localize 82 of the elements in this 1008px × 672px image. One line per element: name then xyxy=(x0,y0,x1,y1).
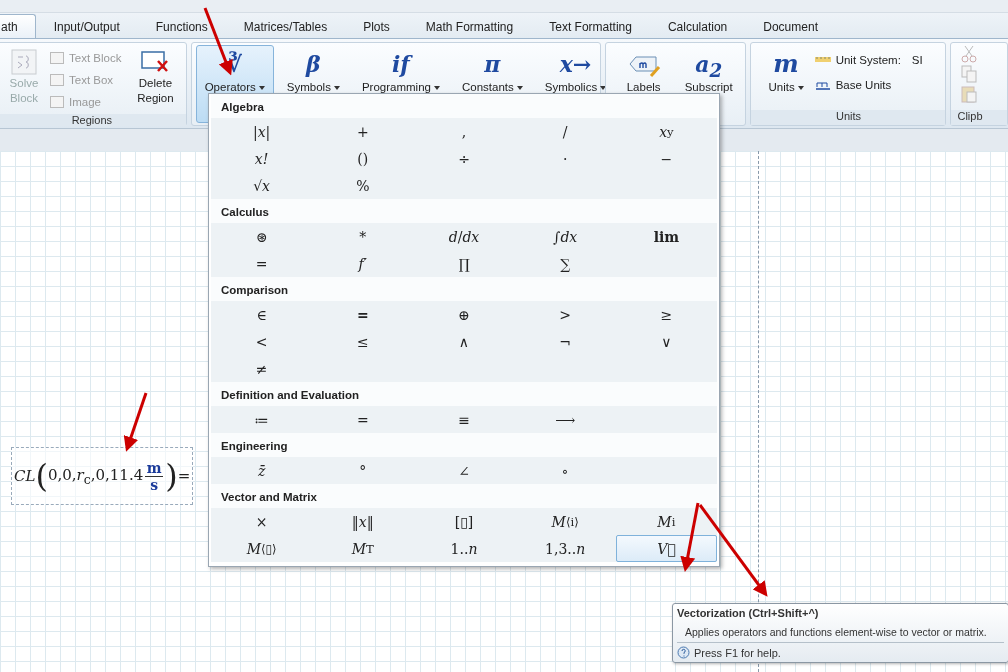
operator-button[interactable]: ∨ xyxy=(615,328,717,355)
ribbon-tab[interactable]: Plots xyxy=(345,14,408,38)
operator-button[interactable]: f′ xyxy=(312,250,414,277)
section-heading: Calculus xyxy=(211,199,717,223)
ribbon-tab[interactable]: Functions xyxy=(137,14,226,38)
region-icon xyxy=(50,73,64,86)
section-heading: Vector and Matrix xyxy=(211,484,717,508)
operator-button[interactable]: z̄ xyxy=(211,457,313,484)
ribbon-tab[interactable]: Math Formatting xyxy=(407,14,532,38)
operator-button[interactable]: · xyxy=(514,145,616,172)
operator-button[interactable]: ∧ xyxy=(413,328,515,355)
operator-button[interactable]: − xyxy=(615,145,717,172)
section-heading: Definition and Evaluation xyxy=(211,382,717,406)
operator-button[interactable]: 1,3..n xyxy=(514,535,616,562)
tooltip-title: Vectorization (Ctrl+Shift+^) xyxy=(676,606,820,621)
copy-icon xyxy=(961,65,978,83)
operator-button[interactable]: % xyxy=(312,172,414,199)
operator-button[interactable]: > xyxy=(514,301,616,328)
operator-button[interactable]: () xyxy=(312,145,414,172)
caret-icon xyxy=(433,85,440,90)
operator-button[interactable]: ∠ xyxy=(413,457,515,484)
pointer-arrow xyxy=(123,392,148,452)
operator-button[interactable]: ≡ xyxy=(413,406,515,433)
ribbon-tab[interactable]: Input/Output xyxy=(35,14,138,38)
operator-button[interactable]: ⊛ xyxy=(211,223,313,250)
operator-button[interactable]: ¬ xyxy=(514,328,616,355)
caret-icon xyxy=(600,85,607,90)
operator-button[interactable]: ⊕ xyxy=(413,301,515,328)
operator-button[interactable]: [▯] xyxy=(413,508,515,535)
operator-button[interactable]: < xyxy=(211,328,313,355)
operator-button[interactable]: × xyxy=(211,508,313,535)
operator-button[interactable]: = xyxy=(211,250,313,277)
unit-system-dropdown[interactable]: Unit System: SI xyxy=(814,49,1008,70)
operator-button[interactable]: ≔ xyxy=(211,406,313,433)
operator-button[interactable]: 1..n xyxy=(413,535,515,562)
operator-button[interactable]: V⃗ xyxy=(615,535,717,562)
region-icon xyxy=(50,51,64,64)
operator-button[interactable]: = xyxy=(312,301,414,328)
operator-button[interactable]: d/dx xyxy=(413,223,515,250)
region-icon xyxy=(50,95,64,108)
operator-button[interactable]: √x xyxy=(211,172,313,199)
caret-icon xyxy=(797,85,804,90)
operator-button[interactable]: ∈ xyxy=(211,301,313,328)
section-heading: Algebra xyxy=(211,94,717,118)
units-button[interactable]: m Units xyxy=(761,45,811,108)
operator-button[interactable]: ° xyxy=(312,457,414,484)
operator-button[interactable]: ⟶ xyxy=(514,406,616,433)
ribbon-tab[interactable]: Calculation xyxy=(649,14,746,38)
ribbon-tab[interactable]: Document xyxy=(745,14,836,38)
section-heading: Comparison xyxy=(211,277,717,301)
scissors-icon xyxy=(961,45,978,63)
operator-button[interactable]: ∫dx xyxy=(514,223,616,250)
ribbon-tab[interactable]: Matrices/Tables xyxy=(225,14,346,38)
operator-button[interactable]: ≤ xyxy=(312,328,414,355)
operator-button[interactable]: ‖x‖ xyxy=(312,508,414,535)
operator-button[interactable]: ÷ xyxy=(413,145,515,172)
section-heading: Engineering xyxy=(211,433,717,457)
help-hint: Press F1 for help. xyxy=(694,646,781,659)
help-icon xyxy=(677,646,690,659)
caret-icon xyxy=(258,85,265,90)
delete-region-button[interactable]: Delete Region xyxy=(131,45,180,112)
caret-icon xyxy=(333,85,340,90)
operator-button[interactable]: ∏ xyxy=(413,250,515,277)
ribbon-tab[interactable]: Text Formatting xyxy=(531,14,650,38)
base-units-button[interactable]: Base Units xyxy=(814,74,1008,95)
caret-icon xyxy=(516,85,523,90)
operator-button[interactable]: ∘ xyxy=(514,457,616,484)
operator-button[interactable]: ∑ xyxy=(514,250,616,277)
tooltip-description: Applies operators and functions element-wise to vector or matrix. xyxy=(684,625,988,640)
ribbon-tab[interactable]: ath xyxy=(0,14,36,38)
operator-button[interactable]: * xyxy=(312,223,414,250)
operator-button[interactable]: x! xyxy=(211,145,313,172)
operator-button[interactable]: = xyxy=(312,406,414,433)
group-label: Regions xyxy=(0,114,186,126)
operator-button[interactable]: lim xyxy=(615,223,717,250)
operator-button[interactable]: ≥ xyxy=(615,301,717,328)
group-label: Units xyxy=(751,110,946,125)
group-label: Clipb xyxy=(951,110,1007,125)
operator-button[interactable]: ≠ xyxy=(211,355,313,382)
block-icon xyxy=(11,48,37,76)
ruler-icon xyxy=(814,57,831,62)
clipboard-icon xyxy=(961,85,978,103)
